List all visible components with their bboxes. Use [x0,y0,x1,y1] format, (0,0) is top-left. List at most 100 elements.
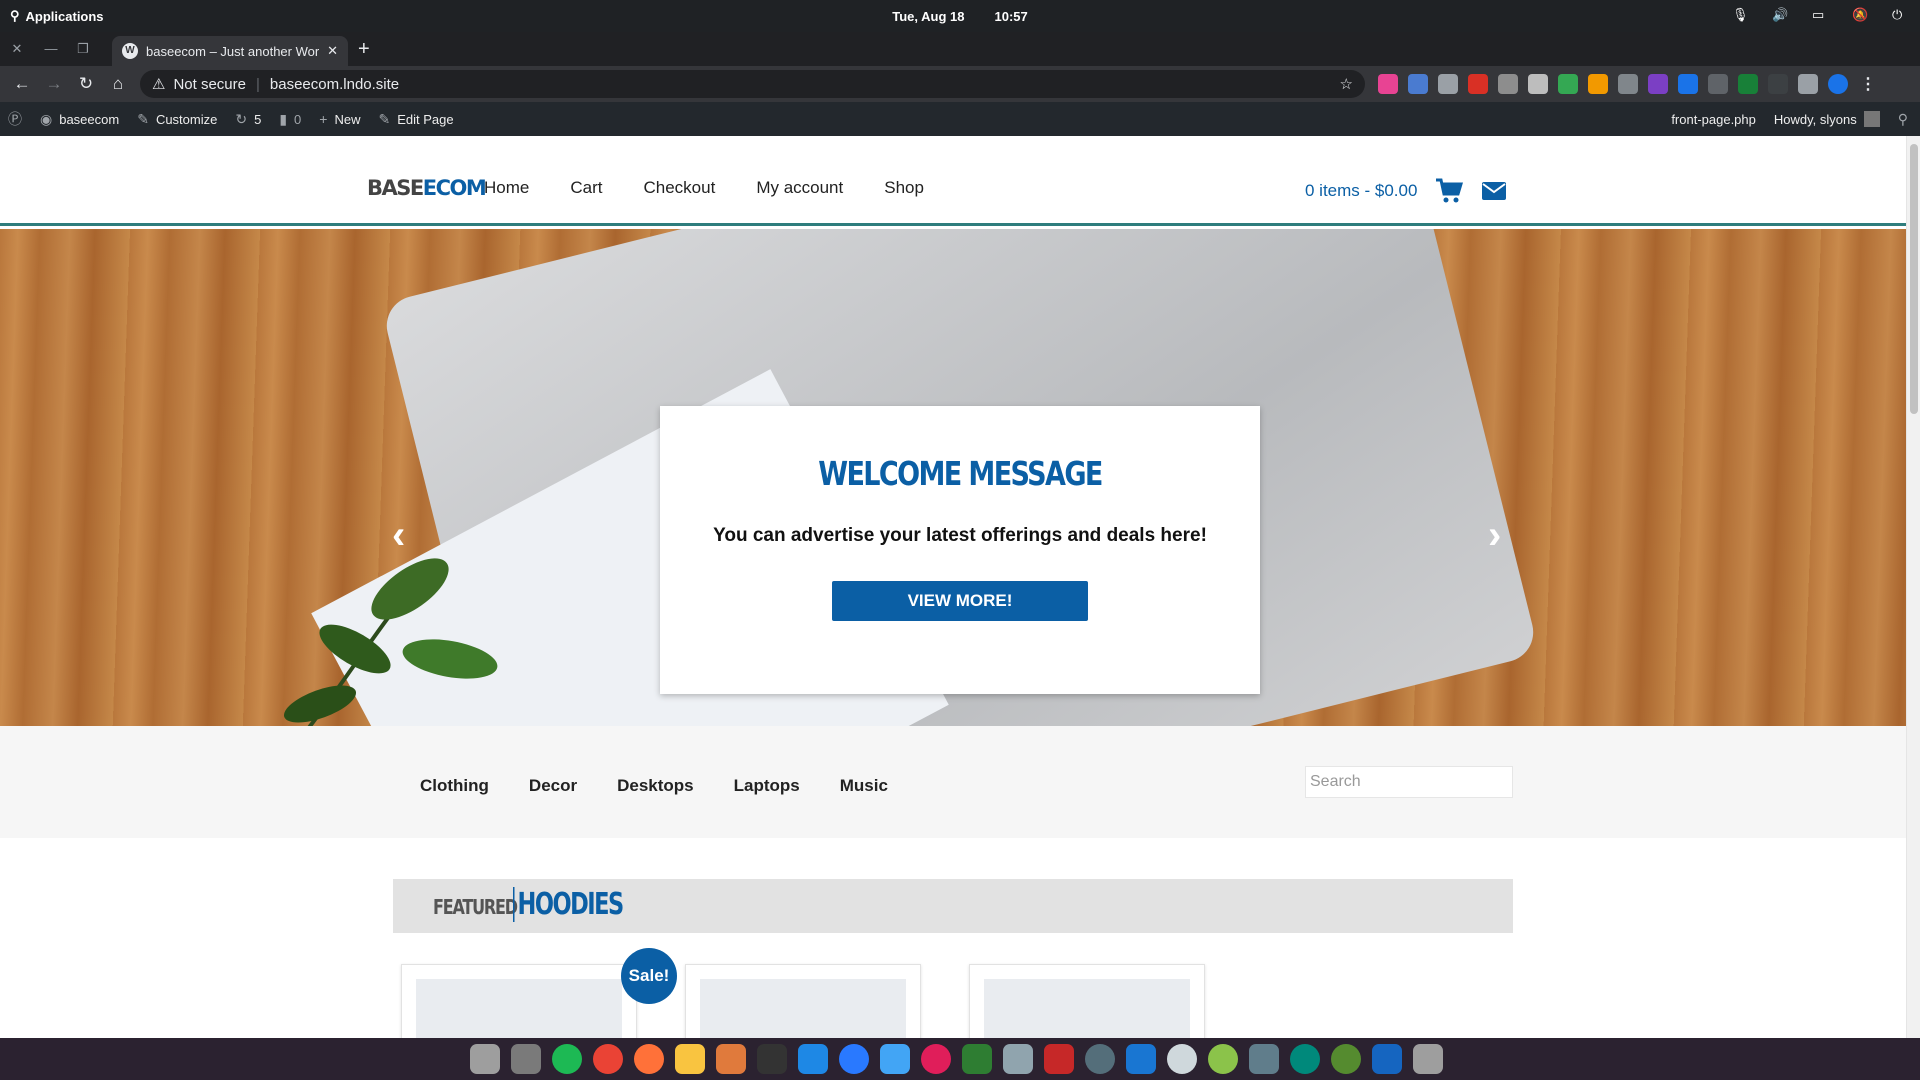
discord-icon[interactable] [1372,1044,1402,1074]
adblock-icon[interactable] [1468,74,1488,94]
vscode-alt-icon[interactable] [1126,1044,1156,1074]
document-icon[interactable] [1003,1044,1033,1074]
spotify-icon[interactable] [552,1044,582,1074]
product-card[interactable] [969,964,1205,1038]
admin-new-link[interactable]: + New [319,111,360,127]
window-close-icon[interactable]: ✕ [8,40,26,58]
forward-icon[interactable]: → [42,72,66,96]
microphone-icon[interactable]: 🎙 [1732,7,1750,25]
profile-avatar[interactable] [1828,74,1848,94]
nav-checkout[interactable]: Checkout [643,178,715,198]
admin-comments-link[interactable]: ▮ 0 [279,111,301,128]
extension-icon[interactable] [1738,74,1758,94]
os-top-panel: ⚲ Applications Tue, Aug 18 10:57 🎙 🔊 ▭ 🔕… [0,0,1920,32]
extension-icon[interactable] [1678,74,1698,94]
skype-icon[interactable] [839,1044,869,1074]
search-input[interactable]: Search [1305,766,1513,798]
github-icon[interactable] [1085,1044,1115,1074]
trash-icon[interactable] [1413,1044,1443,1074]
time-label: 10:57 [994,8,1028,24]
category-music[interactable]: Music [840,776,888,796]
nav-my-account[interactable]: My account [756,178,843,198]
window-minimize-icon[interactable]: — [42,40,60,58]
chromium-icon[interactable] [1167,1044,1197,1074]
admin-updates-link[interactable]: ↻ 5 [235,111,261,128]
admin-site-label: baseecom [59,111,120,127]
window-restore-icon[interactable]: ❐ [74,40,92,58]
nav-shop[interactable]: Shop [884,178,924,198]
slack-icon[interactable] [921,1044,951,1074]
scrollbar-thumb[interactable] [1910,144,1918,414]
dock [0,1038,1920,1080]
admin-account-link[interactable]: Howdy, slyons [1774,111,1880,127]
media-icon[interactable] [1331,1044,1361,1074]
applications-label: Applications [25,8,104,24]
vscode-icon[interactable] [798,1044,828,1074]
site-logo[interactable]: BASEECOM [367,176,487,200]
home-icon[interactable]: ⌂ [106,72,130,96]
files-icon[interactable] [470,1044,500,1074]
product-card[interactable] [401,964,637,1038]
display-icon[interactable]: ▭ [1812,7,1830,25]
wordpress-logo-icon[interactable]: Ⓟ [8,109,22,129]
notifications-off-icon[interactable]: 🔕 [1852,7,1870,25]
admin-customize-link[interactable]: ✎ Customize [137,111,217,128]
nav-home[interactable]: Home [484,178,529,198]
volume-icon[interactable]: 🔊 [1772,7,1790,25]
featured-heading: FEATURED HOODIES [393,879,1513,933]
envelope-icon[interactable] [1481,181,1507,201]
admin-edit-link[interactable]: ✎ Edit Page [378,111,453,128]
cart-summary[interactable]: 0 items - $0.00 [1305,181,1417,201]
extension-icon[interactable] [1648,74,1668,94]
notes-icon[interactable] [675,1044,705,1074]
extension-icon[interactable] [1378,74,1398,94]
back-icon[interactable]: ← [10,72,34,96]
downloads-icon[interactable] [511,1044,541,1074]
search-icon[interactable]: ⚲ [1898,111,1908,128]
applications-menu[interactable]: ⚲ Applications [10,0,104,32]
new-tab-button[interactable]: + [358,38,370,61]
admin-edit-label: Edit Page [397,111,454,127]
puzzle-icon[interactable] [1798,74,1818,94]
power-icon[interactable]: ⏻ [1892,7,1910,25]
extension-icon[interactable] [1528,74,1548,94]
extension-icon[interactable] [1438,74,1458,94]
cart-icon[interactable] [1435,178,1464,204]
extension-icon[interactable] [1498,74,1518,94]
tab-close-icon[interactable]: ✕ [327,43,338,59]
extension-icon[interactable] [1588,74,1608,94]
extension-icon[interactable] [1408,74,1428,94]
terminal-icon[interactable] [757,1044,787,1074]
extension-icon[interactable] [1558,74,1578,94]
browser-tab[interactable]: W baseecom – Just another Word ✕ [112,36,348,66]
category-laptops[interactable]: Laptops [734,776,800,796]
filezilla-icon[interactable] [1044,1044,1074,1074]
firefox-icon[interactable] [634,1044,664,1074]
bookmark-star-icon[interactable]: ☆ [1340,75,1353,93]
category-desktops[interactable]: Desktops [617,776,694,796]
chart-app-icon[interactable] [1208,1044,1238,1074]
category-decor[interactable]: Decor [529,776,577,796]
page-scrollbar[interactable] [1906,136,1920,1038]
menu-dots-icon[interactable]: ⋮ [1858,74,1878,94]
template-name[interactable]: front-page.php [1671,112,1756,127]
category-clothing[interactable]: Clothing [420,776,489,796]
tab-title: baseecom – Just another Word [146,43,320,59]
address-bar[interactable]: ⚠ Not secure | baseecom.lndo.site ☆ [140,70,1365,98]
color-picker-icon[interactable] [716,1044,746,1074]
calculator-icon[interactable] [1249,1044,1279,1074]
slider-prev-icon[interactable]: ‹ [392,513,405,558]
slider-next-icon[interactable]: › [1488,513,1501,558]
reload-icon[interactable]: ↻ [74,72,98,96]
extension-icon[interactable] [1768,74,1788,94]
product-card[interactable] [685,964,921,1038]
extension-icon[interactable] [1618,74,1638,94]
view-more-button[interactable]: VIEW MORE! [832,581,1088,621]
nav-cart[interactable]: Cart [570,178,602,198]
sync-icon[interactable] [1290,1044,1320,1074]
extension-icon[interactable] [1708,74,1728,94]
azure-icon[interactable] [880,1044,910,1074]
admin-site-link[interactable]: ◉ baseecom [40,111,119,128]
chrome-icon[interactable] [593,1044,623,1074]
folder-icon[interactable] [962,1044,992,1074]
